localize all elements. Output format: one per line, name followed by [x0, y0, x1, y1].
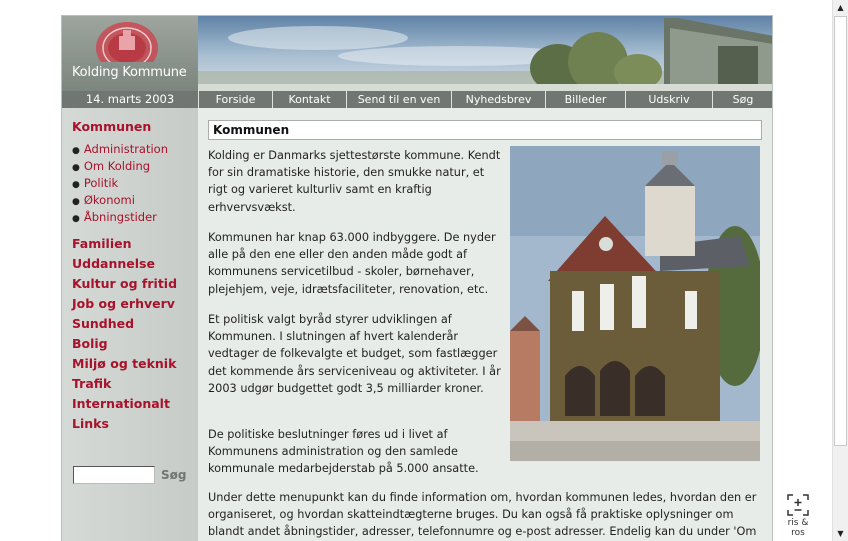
bullet-icon: ●	[72, 163, 80, 173]
sidebar-item-internationalt[interactable]: Internationalt	[72, 394, 177, 414]
sidebar-subitem-label[interactable]: Administration	[84, 142, 168, 156]
bullet-icon: ●	[72, 180, 80, 190]
top-nav: Forside Kontakt Send til en ven Nyhedsbr…	[198, 91, 772, 108]
sidebar-subitem-label[interactable]: Åbningstider	[84, 210, 157, 224]
sidebar-mainnav: Familien Uddannelse Kultur og fritid Job…	[72, 234, 177, 434]
sidebar-item-bolig[interactable]: Bolig	[72, 334, 177, 354]
nav-billeder[interactable]: Billeder	[546, 91, 626, 108]
nav-kontakt[interactable]: Kontakt	[273, 91, 347, 108]
current-date: 14. marts 2003	[62, 91, 198, 108]
sidebar-subitem-om-kolding[interactable]: ● Om Kolding	[72, 158, 168, 175]
sidebar-item-kultur-og-fritid[interactable]: Kultur og fritid	[72, 274, 177, 294]
feedback-icon	[787, 494, 809, 516]
sidebar-item-links[interactable]: Links	[72, 414, 177, 434]
vertical-scrollbar[interactable]: ▲ ▼	[832, 0, 848, 541]
sidebar-subitem-aabningstider[interactable]: ● Åbningstider	[72, 209, 168, 226]
search-input[interactable]	[73, 466, 155, 484]
nav-forside[interactable]: Forside	[199, 91, 273, 108]
population-paragraph: Kommunen har knap 63.000 indbyggere. De …	[208, 231, 496, 296]
search-button[interactable]: Søg	[161, 468, 186, 482]
page-frame: Kolding Kommune 14. marts 2003 Forside K…	[61, 15, 773, 541]
nav-soeg[interactable]: Søg	[713, 91, 772, 108]
bullet-icon: ●	[72, 197, 80, 207]
header-banner-image	[198, 16, 772, 91]
sidebar: Kommunen ● Administration ● Om Kolding ● Po…	[62, 108, 198, 541]
town-hall-photo	[510, 146, 760, 461]
scroll-down-icon[interactable]: ▼	[833, 526, 848, 541]
scroll-up-icon[interactable]: ▲	[833, 0, 848, 15]
nav-udskriv[interactable]: Udskriv	[626, 91, 713, 108]
logo-area[interactable]: Kolding Kommune	[62, 16, 198, 91]
main-content: Kommunen Kolding er Danmarks sjettestørs…	[198, 108, 772, 541]
intro-paragraph: Kolding er Danmarks sjettestørste kommun…	[208, 149, 501, 214]
sidebar-item-miljoe-og-teknik[interactable]: Miljø og teknik	[72, 354, 177, 374]
sidebar-subitem-label[interactable]: Politik	[84, 176, 118, 190]
nav-nyhedsbrev[interactable]: Nyhedsbrev	[452, 91, 546, 108]
sidebar-subitem-oekonomi[interactable]: ● Økonomi	[72, 192, 168, 209]
sidebar-subnav: ● Administration ● Om Kolding ● Politik ● Øk…	[72, 141, 168, 226]
sidebar-subitem-label[interactable]: Økonomi	[84, 193, 135, 207]
city-seal-icon	[96, 22, 158, 62]
sidebar-item-job-og-erhverv[interactable]: Job og erhverv	[72, 294, 177, 314]
sidebar-subitem-label[interactable]: Om Kolding	[84, 159, 150, 173]
politics-paragraph: Et politisk valgt byråd styrer udvikling…	[208, 313, 501, 395]
bullet-icon: ●	[72, 214, 80, 224]
content-title-box: Kommunen	[208, 120, 762, 140]
sidebar-item-trafik[interactable]: Trafik	[72, 374, 177, 394]
scroll-thumb[interactable]	[834, 16, 847, 446]
sidebar-subitem-politik[interactable]: ● Politik	[72, 175, 168, 192]
nav-send-til-en-ven[interactable]: Send til en ven	[347, 91, 452, 108]
sidebar-item-sundhed[interactable]: Sundhed	[72, 314, 177, 334]
menu-info-paragraph: Under dette menupunkt kan du finde infor…	[208, 491, 757, 539]
bullet-icon: ●	[72, 146, 80, 156]
sidebar-heading[interactable]: Kommunen	[72, 119, 151, 134]
administration-paragraph: De politiske beslutninger føres ud i liv…	[208, 428, 479, 476]
sidebar-subitem-administration[interactable]: ● Administration	[72, 141, 168, 158]
page-title: Kommunen	[213, 123, 290, 137]
site-brand: Kolding Kommune	[72, 65, 187, 80]
ris-og-ros-button[interactable]: ris & ros	[780, 492, 816, 538]
sidebar-item-familien[interactable]: Familien	[72, 234, 177, 254]
ris-og-ros-label: ris & ros	[787, 518, 809, 538]
sidebar-item-uddannelse[interactable]: Uddannelse	[72, 254, 177, 274]
